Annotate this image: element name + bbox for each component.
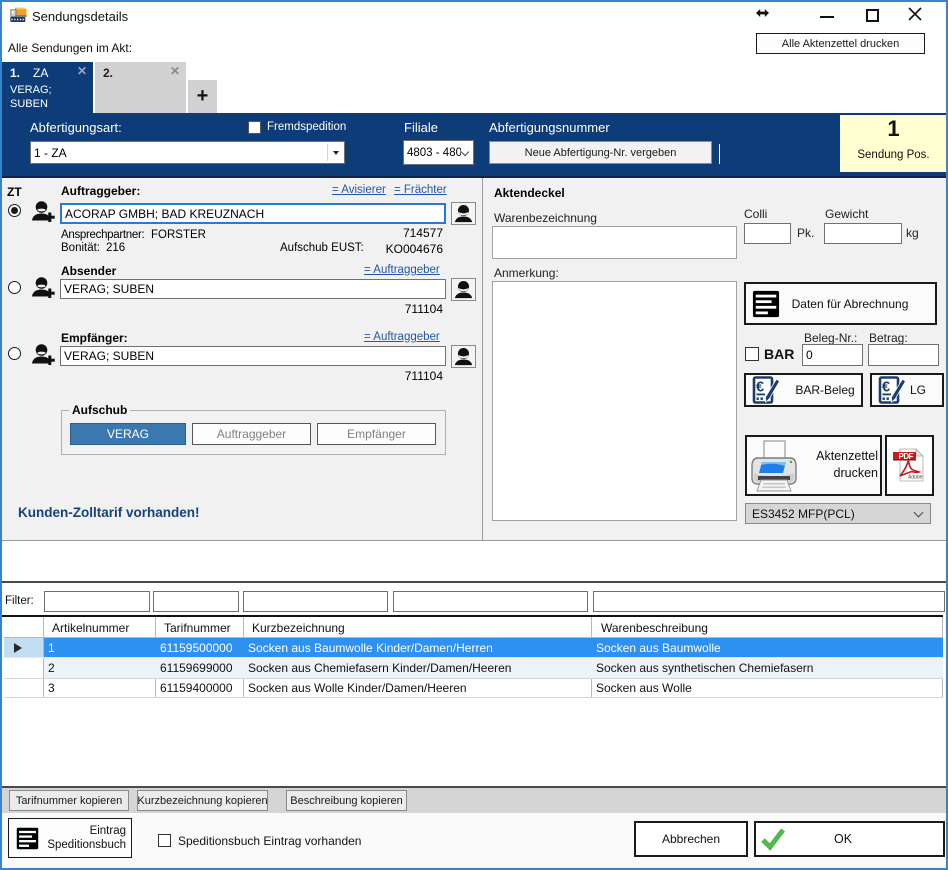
svg-text:€: € bbox=[756, 380, 764, 396]
svg-text:€: € bbox=[882, 380, 890, 396]
svg-text:PDF: PDF bbox=[899, 452, 914, 461]
svg-text:Adobe: Adobe bbox=[907, 475, 923, 481]
